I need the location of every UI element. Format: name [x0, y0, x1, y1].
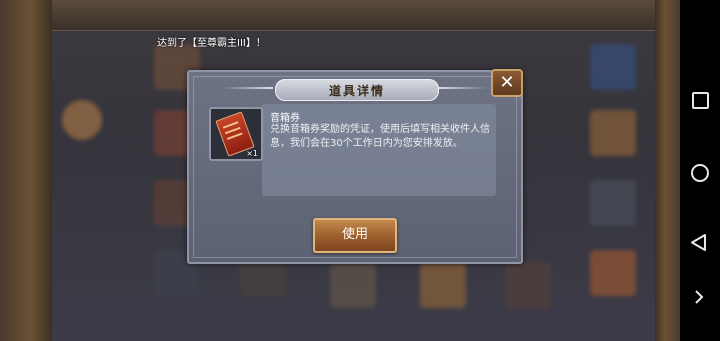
item-slot: ×1 — [209, 107, 263, 161]
item-name: 音箱券 — [270, 113, 300, 124]
achievement-notice: 达到了【至尊霸主III】！ — [157, 38, 266, 49]
title-ornament-left — [223, 87, 273, 89]
dialog-title: 道具详情 — [328, 84, 385, 98]
frame-right — [655, 0, 680, 341]
close-button[interactable]: ✕ — [491, 69, 523, 97]
use-button[interactable]: 使用 — [313, 218, 397, 253]
item-description: 兑换音箱券奖励的凭证，使用后填写相关收件人信息，我们会在30个工作日内为您安排发… — [270, 124, 490, 149]
expand-button[interactable] — [680, 277, 720, 317]
frame-left — [0, 0, 52, 341]
square-icon — [692, 92, 709, 109]
dialog-title-plate: 道具详情 — [275, 79, 439, 101]
title-ornament-right — [437, 87, 487, 89]
triangle-back-icon — [691, 234, 706, 251]
item-quantity: ×1 — [246, 149, 258, 158]
chevron-right-icon — [695, 290, 704, 304]
top-resource-bar — [52, 0, 655, 31]
circle-icon — [691, 164, 709, 182]
android-nav-bar — [680, 0, 720, 341]
back-button[interactable] — [680, 222, 720, 262]
